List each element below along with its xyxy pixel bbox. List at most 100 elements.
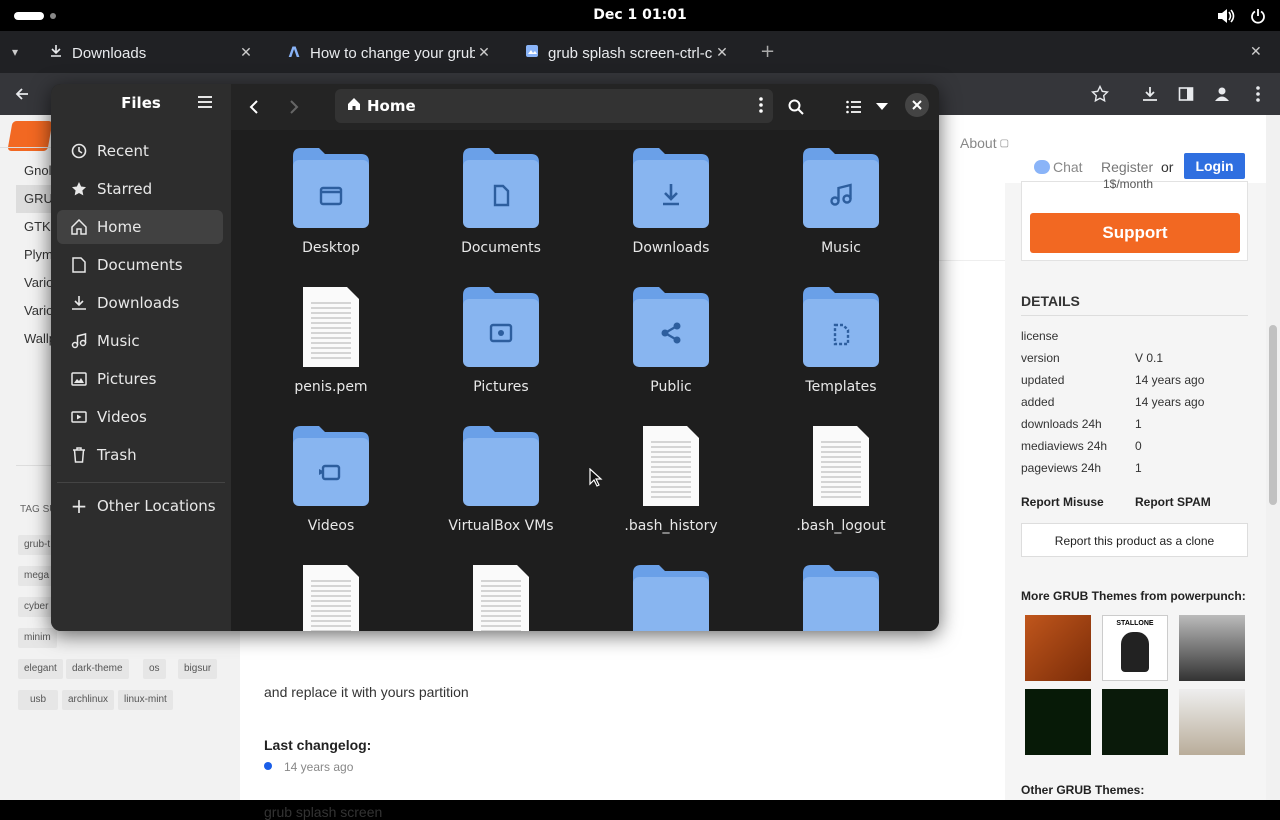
- item-name: Pictures: [473, 379, 529, 395]
- tag-chip[interactable]: archlinux: [62, 690, 115, 710]
- item-name: Public: [650, 379, 692, 395]
- category-link[interactable]: Vario: [24, 275, 53, 290]
- folder-item[interactable]: Desktop: [251, 138, 411, 268]
- folder-item[interactable]: Templates: [761, 277, 921, 407]
- file-item[interactable]: .bash_history: [591, 416, 751, 546]
- tag-chip[interactable]: bigsur: [178, 659, 218, 679]
- tag-chip[interactable]: mega: [18, 566, 56, 586]
- sidebar-item-downloads[interactable]: Downloads: [57, 286, 223, 320]
- page-scrollbar[interactable]: [1266, 115, 1280, 800]
- back-arrow-icon[interactable]: [12, 84, 32, 104]
- folder-item[interactable]: Downloads: [591, 138, 751, 268]
- folder-item[interactable]: VirtualBox VMs: [421, 416, 581, 546]
- detail-value: 1: [1135, 461, 1142, 475]
- tag-chip[interactable]: minim: [18, 628, 57, 648]
- bookmark-star-icon[interactable]: [1090, 84, 1110, 104]
- report-spam-link[interactable]: Report SPAM: [1135, 495, 1211, 509]
- back-arrow-icon[interactable]: [243, 96, 265, 118]
- folder-item[interactable]: Pictures: [421, 277, 581, 407]
- theme-thumbnail[interactable]: [1102, 689, 1168, 755]
- folder-item[interactable]: Public: [591, 277, 751, 407]
- view-options-chevron-icon[interactable]: [871, 96, 893, 118]
- download-icon: [46, 44, 66, 62]
- nav-chat-link[interactable]: Chat: [1034, 159, 1083, 175]
- detail-key: mediaviews 24h: [1021, 439, 1108, 453]
- tag-chip[interactable]: usb: [18, 690, 59, 710]
- folder-item[interactable]: [761, 555, 921, 631]
- sidebar-item-music[interactable]: Music: [57, 324, 223, 358]
- folder-icon: [631, 285, 711, 369]
- kebab-menu-icon[interactable]: [1248, 84, 1268, 104]
- folder-icon: [631, 146, 711, 230]
- path-menu-icon[interactable]: [759, 97, 763, 117]
- support-button[interactable]: Support: [1030, 213, 1240, 253]
- detail-key: updated: [1021, 373, 1065, 387]
- close-tab-icon[interactable]: ✕: [475, 45, 493, 61]
- hamburger-menu-icon[interactable]: [197, 94, 217, 114]
- clock-icon: [69, 143, 89, 159]
- tag-chip[interactable]: linux-mint: [118, 690, 173, 710]
- sidebar-item-home[interactable]: Home: [57, 210, 223, 244]
- folder-item[interactable]: [591, 555, 751, 631]
- detail-key: downloads 24h: [1021, 417, 1102, 431]
- sidebar-item-starred[interactable]: Starred: [57, 172, 223, 206]
- scrollbar-thumb[interactable]: [1269, 325, 1277, 505]
- category-link[interactable]: Gnol: [24, 163, 51, 178]
- volume-icon[interactable]: [1216, 6, 1236, 26]
- file-item[interactable]: .bash_logout: [761, 416, 921, 546]
- theme-thumbnail[interactable]: [1179, 615, 1245, 681]
- close-tab-icon[interactable]: ✕: [713, 45, 731, 61]
- file-item[interactable]: [251, 555, 411, 631]
- file-item[interactable]: [421, 555, 581, 631]
- profile-icon[interactable]: [1212, 84, 1232, 104]
- tab-grub-splash[interactable]: grub splash screen-ctrl-c ✕: [522, 38, 731, 68]
- folder-item[interactable]: Documents: [421, 138, 581, 268]
- side-panel-icon[interactable]: [1176, 84, 1196, 104]
- report-misuse-link[interactable]: Report Misuse: [1021, 495, 1104, 509]
- clock[interactable]: Dec 1 01:01: [0, 7, 1280, 23]
- new-tab-button[interactable]: +: [760, 41, 775, 62]
- tab-how-to-change-grub[interactable]: Λ How to change your grub ✕: [284, 38, 493, 68]
- item-name: Templates: [805, 379, 877, 395]
- sidebar-item-other-locations[interactable]: + Other Locations: [57, 489, 223, 523]
- search-icon[interactable]: [785, 96, 807, 118]
- power-icon[interactable]: [1248, 6, 1268, 26]
- category-link[interactable]: Vario: [24, 303, 53, 318]
- download-icon[interactable]: [1140, 84, 1160, 104]
- nav-about-link[interactable]: About: [960, 135, 997, 151]
- close-tab-icon[interactable]: ✕: [237, 45, 255, 61]
- theme-thumbnail[interactable]: [1025, 689, 1091, 755]
- login-button[interactable]: Login: [1184, 153, 1245, 179]
- tag-chip[interactable]: elegant: [18, 659, 63, 679]
- theme-thumbnail[interactable]: [1179, 689, 1245, 755]
- detail-key: version: [1021, 351, 1060, 365]
- sidebar-item-pictures[interactable]: Pictures: [57, 362, 223, 396]
- list-view-icon[interactable]: [843, 96, 865, 118]
- nav-register-link[interactable]: Register: [1101, 159, 1153, 175]
- folder-item[interactable]: Videos: [251, 416, 411, 546]
- theme-thumbnail[interactable]: [1025, 615, 1091, 681]
- tab-list-chevron-icon[interactable]: ▾: [12, 45, 18, 59]
- sidebar-item-trash[interactable]: Trash: [57, 438, 223, 472]
- close-window-button[interactable]: ✕: [1250, 44, 1262, 60]
- more-themes-title: More GRUB Themes from powerpunch:: [1021, 589, 1246, 603]
- sidebar-item-recent[interactable]: Recent: [57, 134, 223, 168]
- close-window-button[interactable]: [905, 93, 929, 117]
- tab-downloads[interactable]: Downloads ✕: [46, 38, 255, 68]
- tag-chip[interactable]: os: [143, 659, 166, 679]
- files-window: Files Recent Starred Home Documents Download…: [51, 84, 939, 631]
- folder-item[interactable]: Music: [761, 138, 921, 268]
- sidebar-item-documents[interactable]: Documents: [57, 248, 223, 282]
- category-link[interactable]: Plym: [24, 247, 53, 262]
- theme-thumbnail[interactable]: STALLONE: [1102, 615, 1168, 681]
- category-link[interactable]: GRU: [24, 191, 53, 206]
- tag-chip[interactable]: cyber: [18, 597, 55, 617]
- file-item[interactable]: penis.pem: [251, 277, 411, 407]
- detail-value: 14 years ago: [1135, 373, 1205, 387]
- report-clone-button[interactable]: Report this product as a clone: [1021, 523, 1248, 557]
- forward-arrow-icon[interactable]: [283, 96, 305, 118]
- folder-icon: [461, 146, 541, 230]
- path-bar[interactable]: Home: [335, 89, 773, 123]
- sidebar-item-videos[interactable]: Videos: [57, 400, 223, 434]
- tag-chip[interactable]: dark-theme: [66, 659, 129, 679]
